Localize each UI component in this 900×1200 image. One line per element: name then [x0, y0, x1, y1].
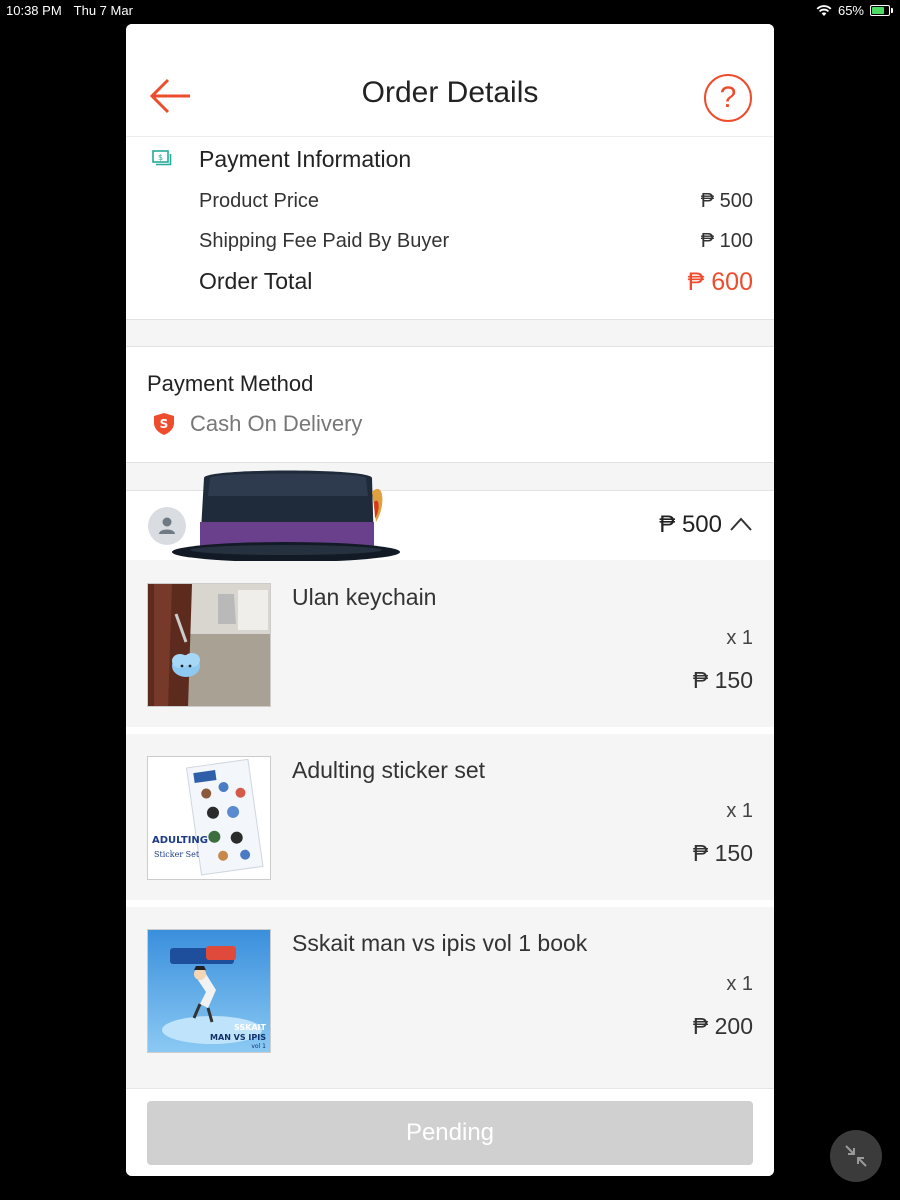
order-item[interactable]: Ulan keychain x 1 ₱ 150 — [126, 561, 774, 727]
product-price-value: ₱ 500 — [700, 190, 753, 212]
minimize-button[interactable] — [830, 1130, 882, 1182]
shipping-fee-row: Shipping Fee Paid By Buyer ₱ 100 — [199, 230, 753, 253]
item-price: ₱ 150 — [692, 667, 753, 693]
book-thumb-brand: SSKAIT — [234, 1023, 267, 1032]
order-item[interactable]: ADULTING Sticker Set Adulting sticker se… — [126, 734, 774, 900]
payment-method-value: Cash On Delivery — [190, 411, 363, 436]
sticker-thumb-subtitle: Sticker Set — [154, 850, 200, 859]
wifi-icon — [816, 4, 832, 16]
order-total-label: Order Total — [199, 268, 313, 294]
svg-text:S: S — [160, 417, 169, 431]
order-total-value: ₱ 600 — [687, 268, 753, 296]
chevron-up-icon[interactable] — [730, 517, 752, 531]
sticker-thumb-title: ADULTING — [152, 835, 208, 846]
item-name: Sskait man vs ipis vol 1 book — [292, 930, 588, 956]
item-quantity: x 1 — [726, 800, 753, 822]
money-icon: $ — [152, 150, 172, 166]
header: Order Details ? — [126, 24, 774, 136]
payment-method-section: Payment Method S Cash On Delivery — [126, 346, 774, 463]
footer: Pending — [126, 1088, 774, 1176]
item-quantity: x 1 — [726, 973, 753, 995]
book-cover-photo: SSKAIT MAN VS IPIS vol 1 — [148, 930, 270, 1052]
order-details-sheet: Order Details ? $ Payment Information Pr… — [126, 24, 774, 1176]
product-price-row: Product Price ₱ 500 — [199, 190, 753, 213]
book-thumb-vol: vol 1 — [251, 1043, 266, 1050]
hat-sticker — [172, 470, 400, 562]
item-name: Adulting sticker set — [292, 757, 486, 783]
battery-percent: 65% — [837, 3, 864, 18]
collapse-arrows-icon — [845, 1145, 867, 1167]
product-price-label: Product Price — [199, 190, 320, 212]
keychain-photo — [148, 584, 270, 706]
help-button[interactable]: ? — [704, 74, 752, 122]
item-name: Ulan keychain — [292, 584, 437, 610]
sticker-set-photo: ADULTING Sticker Set — [148, 757, 270, 879]
svg-text:$: $ — [158, 153, 163, 162]
item-price: ₱ 200 — [692, 1013, 753, 1039]
status-time: 10:38 PM — [6, 3, 62, 18]
status-bar: 10:38 PM Thu 7 Mar 65% — [0, 0, 900, 22]
item-thumbnail — [147, 583, 271, 707]
battery-level — [872, 7, 884, 14]
shop-subtotal: ₱ 500 — [659, 511, 722, 538]
payment-information-title: Payment Information — [199, 146, 412, 172]
item-thumbnail: SSKAIT MAN VS IPIS vol 1 — [147, 929, 271, 1053]
battery-icon — [870, 5, 893, 16]
payment-method-title: Payment Method — [147, 371, 314, 396]
pending-button[interactable]: Pending — [147, 1101, 753, 1165]
order-item[interactable]: SSKAIT MAN VS IPIS vol 1 Sskait man vs i… — [126, 907, 774, 1073]
shipping-fee-value: ₱ 100 — [700, 230, 753, 252]
item-quantity: x 1 — [726, 627, 753, 649]
shipping-fee-label: Shipping Fee Paid By Buyer — [199, 230, 450, 252]
status-date: Thu 7 Mar — [73, 3, 133, 18]
book-thumb-title: MAN VS IPIS — [210, 1033, 266, 1042]
item-price: ₱ 150 — [692, 840, 753, 866]
page-title: Order Details — [361, 76, 539, 109]
shield-icon: S — [154, 413, 174, 435]
payment-information-section: $ Payment Information Product Price ₱ 50… — [126, 136, 774, 320]
item-thumbnail: ADULTING Sticker Set — [147, 756, 271, 880]
order-total-row: Order Total ₱ 600 — [199, 268, 753, 297]
